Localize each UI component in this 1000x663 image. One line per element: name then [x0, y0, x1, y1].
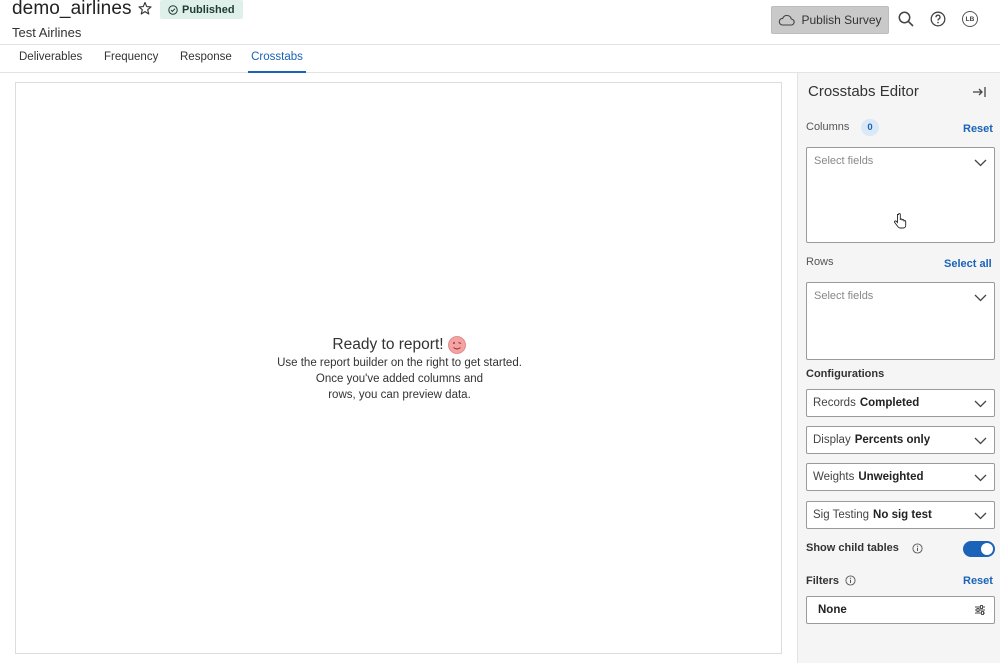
tab-frequency[interactable]: Frequency — [104, 51, 158, 73]
weights-select[interactable]: Weights Unweighted — [806, 463, 995, 491]
tab-deliverables[interactable]: Deliverables — [19, 51, 82, 73]
show-child-tables-toggle[interactable] — [963, 541, 995, 557]
empty-state-line: Use the report builder on the right to g… — [277, 357, 522, 369]
status-badge: Published — [160, 0, 243, 19]
publish-survey-button[interactable]: Publish Survey — [771, 6, 889, 34]
tab-response[interactable]: Response — [180, 51, 232, 73]
pointer-cursor-icon — [894, 213, 907, 229]
filters-reset-link[interactable]: Reset — [963, 575, 993, 587]
info-icon[interactable] — [912, 543, 923, 554]
cloud-icon — [779, 14, 796, 26]
display-select[interactable]: Display Percents only — [806, 426, 995, 454]
empty-state-title: Ready to report! — [332, 336, 444, 353]
records-select[interactable]: Records Completed — [806, 389, 995, 417]
rows-select-field[interactable]: Select fields — [806, 282, 995, 360]
empty-state-line: Once you've added columns and — [315, 373, 484, 385]
sliders-icon[interactable] — [974, 604, 986, 616]
chevron-down-icon[interactable] — [974, 294, 987, 302]
columns-label: Columns — [806, 121, 850, 133]
report-preview-area: Ready to report! Use the report builder … — [15, 82, 782, 654]
empty-state-title-row: Ready to report! — [332, 335, 466, 355]
app-header: demo_airlines Published Test Airlines Pu… — [0, 0, 1000, 45]
columns-reset-link[interactable]: Reset — [963, 123, 993, 135]
sig-testing-key: Sig Testing — [813, 509, 870, 521]
rows-label: Rows — [806, 256, 834, 268]
check-circle-icon — [168, 4, 178, 15]
emoji-icon — [447, 336, 466, 354]
columns-count-badge: 0 — [861, 119, 879, 136]
chevron-down-icon[interactable] — [974, 437, 987, 445]
search-icon[interactable] — [897, 10, 915, 28]
chevron-down-icon[interactable] — [974, 512, 987, 520]
filters-value: None — [818, 604, 847, 616]
chevron-down-icon[interactable] — [974, 400, 987, 408]
info-icon[interactable] — [845, 575, 856, 586]
rows-placeholder: Select fields — [814, 290, 874, 302]
sig-testing-value: No sig test — [873, 509, 932, 521]
show-child-tables-label: Show child tables — [806, 542, 899, 554]
rows-select-all-link[interactable]: Select all — [944, 258, 992, 270]
crosstabs-editor-panel: Crosstabs Editor Columns 0 Reset Select … — [797, 73, 1000, 663]
filters-label: Filters — [806, 575, 840, 587]
display-value: Percents only — [854, 434, 931, 446]
chevron-down-icon[interactable] — [974, 159, 987, 167]
display-key: Display — [813, 434, 851, 446]
avatar[interactable]: LB — [962, 11, 978, 27]
records-value: Completed — [859, 397, 920, 409]
editor-title: Crosstabs Editor — [808, 83, 919, 100]
page-subtitle: Test Airlines — [12, 25, 82, 40]
tab-crosstabs[interactable]: Crosstabs — [248, 51, 306, 73]
publish-survey-label: Publish Survey — [801, 13, 882, 27]
filters-select[interactable]: None — [806, 596, 995, 624]
weights-key: Weights — [813, 471, 855, 483]
tab-bar: Deliverables Frequency Response Crosstab… — [0, 45, 1000, 73]
columns-placeholder: Select fields — [814, 155, 874, 167]
star-icon[interactable] — [137, 0, 153, 18]
weights-value: Unweighted — [858, 471, 924, 483]
page-title: demo_airlines — [12, 0, 132, 19]
collapse-panel-icon[interactable] — [971, 85, 987, 99]
empty-state: Ready to report! Use the report builder … — [16, 335, 783, 403]
chevron-down-icon[interactable] — [974, 474, 987, 482]
configurations-label: Configurations — [806, 368, 885, 380]
help-icon[interactable] — [929, 10, 947, 28]
sig-testing-select[interactable]: Sig Testing No sig test — [806, 501, 995, 529]
records-key: Records — [813, 397, 856, 409]
status-badge-label: Published — [182, 3, 235, 16]
empty-state-line: rows, you can preview data. — [328, 389, 471, 401]
toggle-knob — [981, 543, 993, 555]
